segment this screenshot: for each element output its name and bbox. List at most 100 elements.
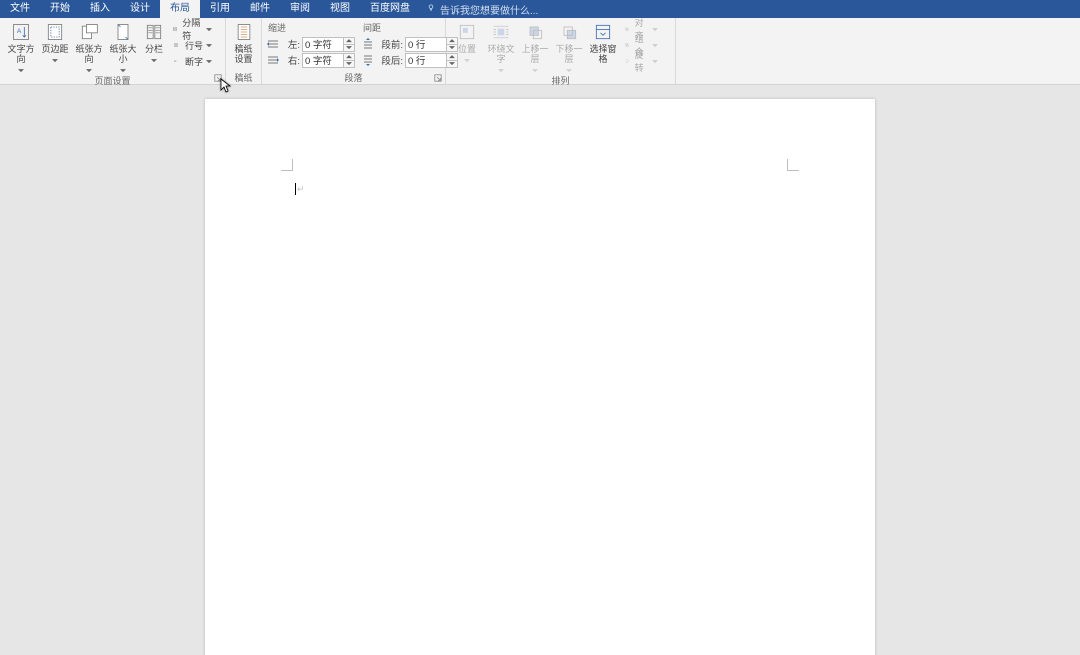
selection-pane-label: 选择窗格: [586, 44, 620, 64]
columns-icon: [144, 22, 164, 42]
margins-button[interactable]: 页边距: [38, 20, 72, 65]
margin-marker-top-right: [787, 159, 799, 171]
columns-button[interactable]: 分栏: [140, 20, 168, 65]
group-label-paragraph: 段落: [266, 72, 441, 84]
tell-me-placeholder: 告诉我您想要做什么...: [440, 2, 538, 17]
paper-size-icon: [113, 22, 133, 42]
wrap-text-icon: [491, 22, 511, 42]
position-button[interactable]: 位置: [450, 20, 484, 65]
orientation-icon: [79, 22, 99, 42]
indent-right-icon: [266, 53, 280, 67]
indent-right-spinner[interactable]: [302, 53, 355, 68]
hyphenation-button[interactable]: bc 断字: [170, 54, 212, 68]
svg-text:A: A: [17, 28, 22, 35]
margins-icon: [45, 22, 65, 42]
wrap-text-label: 环绕文字: [484, 44, 518, 64]
tab-bar: 文件 开始 插入 设计 布局 引用 邮件 审阅 视图 百度网盘 告诉我您想要做什…: [0, 0, 1080, 18]
orientation-button[interactable]: 纸张方向: [72, 20, 106, 75]
tab-file[interactable]: 文件: [0, 0, 40, 18]
send-backward-button[interactable]: 下移一层: [552, 20, 586, 75]
indent-left-label: 左:: [282, 37, 300, 51]
tab-home[interactable]: 开始: [40, 0, 80, 18]
tell-me-search[interactable]: 告诉我您想要做什么...: [420, 0, 544, 18]
selection-pane-icon: [593, 22, 613, 42]
paragraph-mark-icon: ↵: [297, 183, 305, 195]
manuscript-settings-button[interactable]: 稿纸 设置: [230, 20, 257, 64]
dropdown-icon: [206, 24, 212, 34]
space-after-label: 段后:: [377, 53, 403, 67]
space-after-input[interactable]: [406, 54, 446, 67]
dropdown-icon: [652, 40, 658, 50]
dropdown-icon: [18, 65, 24, 75]
dropdown-icon: [464, 55, 470, 65]
dropdown-icon: [86, 65, 92, 75]
document-area[interactable]: ↵: [0, 85, 1080, 655]
group-icon: [622, 39, 632, 51]
rotate-label: 旋转: [635, 48, 649, 74]
dropdown-icon: [652, 56, 658, 66]
tab-design[interactable]: 设计: [120, 0, 160, 18]
dropdown-icon: [498, 65, 504, 75]
send-backward-icon: [559, 22, 579, 42]
document-page[interactable]: ↵: [205, 99, 875, 655]
space-after-icon: [361, 53, 375, 67]
group-manuscript: 稿纸 设置 稿纸: [226, 18, 262, 84]
indent-left-icon: [266, 37, 280, 51]
indent-left-spinner[interactable]: [302, 37, 355, 52]
rotate-icon: [622, 55, 632, 67]
line-numbers-button[interactable]: 行号: [170, 38, 212, 52]
spacing-heading: 间距: [361, 21, 458, 36]
dropdown-icon: [206, 40, 212, 50]
dropdown-icon: [532, 65, 538, 75]
rotate-button[interactable]: 旋转: [622, 54, 658, 68]
text-direction-label: 文字方向: [4, 44, 38, 64]
group-arrange: 位置 环绕文字 上移一层 下移一层 选择窗格: [446, 18, 676, 84]
tab-view[interactable]: 视图: [320, 0, 360, 18]
tab-insert[interactable]: 插入: [80, 0, 120, 18]
lightbulb-icon: [426, 3, 436, 16]
position-icon: [457, 22, 477, 42]
dropdown-icon: [52, 55, 58, 65]
dropdown-icon: [566, 65, 572, 75]
indent-left-input[interactable]: [303, 38, 343, 51]
breaks-icon: [170, 23, 179, 35]
bring-forward-button[interactable]: 上移一层: [518, 20, 552, 75]
indent-right-label: 右:: [282, 53, 300, 67]
text-caret: [295, 183, 296, 195]
margin-marker-top-left: [281, 159, 293, 171]
bring-forward-icon: [525, 22, 545, 42]
size-label: 纸张大小: [106, 44, 140, 64]
size-button[interactable]: 纸张大小: [106, 20, 140, 75]
space-before-icon: [361, 37, 375, 51]
tab-review[interactable]: 审阅: [280, 0, 320, 18]
tab-mailings[interactable]: 邮件: [240, 0, 280, 18]
align-icon: [622, 23, 632, 35]
group-page-setup: A 文字方向 页边距 纸张方向: [0, 18, 226, 84]
text-direction-button[interactable]: A 文字方向: [4, 20, 38, 75]
manuscript-sub-label: 设置: [234, 54, 252, 64]
text-direction-icon: A: [11, 22, 31, 42]
space-before-input[interactable]: [406, 38, 446, 51]
spinner-down[interactable]: [344, 44, 354, 51]
paragraph-dialog-launcher[interactable]: [433, 73, 443, 83]
line-numbers-icon: [170, 39, 182, 51]
margins-label: 页边距: [41, 44, 68, 54]
wrap-text-button[interactable]: 环绕文字: [484, 20, 518, 75]
indent-right-input[interactable]: [303, 54, 343, 67]
group-label-manuscript: 稿纸: [230, 72, 257, 84]
hyphenation-label: 断字: [185, 55, 203, 68]
tab-references[interactable]: 引用: [200, 0, 240, 18]
orientation-label: 纸张方向: [72, 44, 106, 64]
dropdown-icon: [206, 56, 212, 66]
breaks-button[interactable]: 分隔符: [170, 22, 212, 36]
manuscript-icon: [234, 22, 254, 42]
page-setup-dialog-launcher[interactable]: [213, 73, 223, 83]
dropdown-icon: [120, 65, 126, 75]
position-label: 位置: [458, 44, 476, 54]
dropdown-icon: [652, 24, 658, 34]
indent-heading: 缩进: [266, 21, 355, 36]
tab-baidu[interactable]: 百度网盘: [360, 0, 420, 18]
spinner-down[interactable]: [344, 60, 354, 67]
space-before-label: 段前:: [377, 37, 403, 51]
selection-pane-button[interactable]: 选择窗格: [586, 20, 620, 64]
